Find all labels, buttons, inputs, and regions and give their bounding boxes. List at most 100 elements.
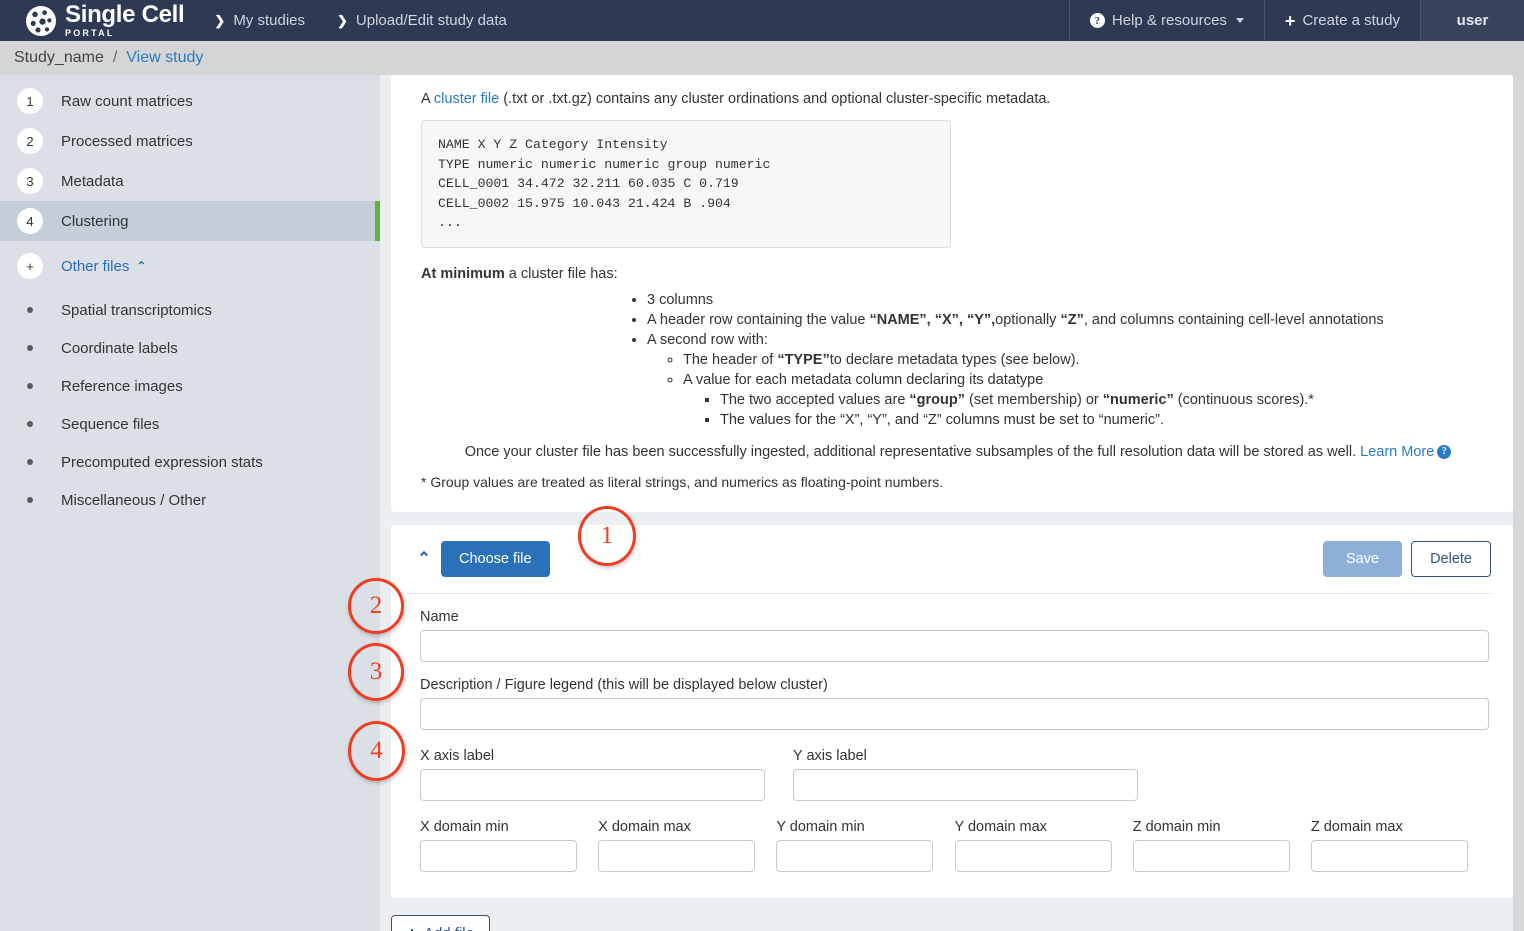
sidebar-item-miscellaneous-other[interactable]: Miscellaneous / Other [0,481,380,519]
description-field[interactable] [420,697,1489,730]
plus-icon: + [407,925,417,931]
navbar-right-group: ? Help & resources + Create a study user [1068,0,1524,41]
y-axis-label-field[interactable] [793,768,1138,801]
help-circle-icon[interactable]: ? [1437,444,1452,459]
cluster-file-form-panel: ⌃ Choose file Save Delete Name Descripti… [391,524,1513,898]
add-file-wrapper: + Add file [391,914,1524,931]
name-field[interactable] [420,629,1489,662]
type-header-post: to declare metadata types (see below). [829,351,1080,368]
type-header-pre: The header of [683,351,778,368]
accepted-post: (continuous scores).* [1173,391,1314,408]
axis-label-row: X axis label Y axis label [420,733,1489,801]
brand-title: Single Cell [65,1,185,28]
user-menu[interactable]: user [1420,0,1524,41]
z-domain-min-field[interactable] [1132,839,1290,872]
breadcrumb-study-name: Study_name [14,49,104,66]
accepted-bold-numeric: “numeric” [1102,391,1174,408]
sidebar-item-precomputed-expression-stats[interactable]: Precomputed expression stats [0,443,380,481]
sidebar-item-label: Processed matrices [61,132,193,150]
add-file-button[interactable]: + Add file [391,914,490,931]
footnote-text: * Group values are treated as literal st… [421,473,944,490]
type-header-bold: “TYPE” [777,351,830,368]
x-domain-min-group: X domain min [420,804,598,872]
sidebar-item-reference-images[interactable]: Reference images [0,367,380,405]
brand-subtitle: PORTAL [65,28,115,38]
cluster-file-link[interactable]: cluster file [434,91,499,107]
create-study-button[interactable]: + Create a study [1263,0,1420,41]
step-badge: 4 [17,208,43,234]
step-badge: 3 [17,168,43,194]
sidebar-item-coordinate-labels[interactable]: Coordinate labels [0,329,380,367]
sidebar-item-processed-matrices[interactable]: 2 Processed matrices [0,121,380,161]
create-study-label: Create a study [1302,12,1400,29]
breadcrumb: Study_name / View study [0,41,1524,75]
choose-file-button[interactable]: Choose file [441,540,550,577]
header-row-post: , and columns containing cell-level anno… [1083,311,1384,328]
help-lead-pre: A [421,91,434,107]
description-label: Description / Figure legend (this will b… [420,676,828,693]
x-domain-min-field[interactable] [420,839,577,872]
sidebar-item-label: Clustering [61,212,129,230]
help-lead-post: (.txt or .txt.gz) contains any cluster o… [499,91,1051,107]
y-domain-max-label: Y domain max [954,818,1047,835]
z-domain-max-label: Z domain max [1310,818,1403,835]
at-minimum-bold: At minimum [421,265,505,282]
chevron-right-icon: ❯ [214,12,226,28]
sidebar-item-label: Reference images [61,377,183,395]
step-badge: 1 [17,88,43,114]
y-domain-max-field[interactable] [954,839,1112,872]
plus-badge-icon: + [17,253,43,279]
y-axis-label-group: Y axis label [793,733,1138,801]
learn-more-link[interactable]: Learn More [1360,444,1434,460]
nav-item-upload-edit-study-data[interactable]: ❯ Upload/Edit study data [337,12,507,29]
second-row-label: A second row with: [647,331,768,348]
help-resources-menu[interactable]: ? Help & resources [1068,0,1264,41]
y-domain-max-group: Y domain max [954,804,1133,872]
x-domain-max-field[interactable] [598,839,756,872]
sidebar-item-sequence-files[interactable]: Sequence files [0,405,380,443]
y-domain-min-label: Y domain min [776,818,865,835]
bullet-dot-icon [17,459,43,465]
list-item-value-datatype: A value for each metadata column declari… [683,370,1495,430]
bullet-dot-icon [17,421,43,427]
header-row-bold-z: “Z” [1060,311,1084,328]
z-domain-min-label: Z domain min [1132,818,1221,835]
at-minimum-heading: At minimum a cluster file has: [421,266,1495,282]
breadcrumb-view-study-link[interactable]: View study [126,49,203,67]
form-toolbar: ⌃ Choose file Save Delete [407,540,1491,594]
save-button[interactable]: Save [1323,540,1403,577]
accepted-pre: The two accepted values are [720,391,910,408]
plus-icon: + [1284,10,1296,31]
x-domain-min-label: X domain min [420,818,509,835]
sidebar-item-clustering[interactable]: 4 Clustering [0,201,380,241]
domain-row: X domain min X domain max Y domain min Y… [420,804,1489,872]
z-domain-min-group: Z domain min [1132,804,1311,872]
delete-button[interactable]: Delete [1411,540,1491,577]
y-domain-min-field[interactable] [776,839,934,872]
second-row-sublist: The header of “TYPE”to declare metadata … [647,350,1495,430]
sidebar-item-other-files[interactable]: + Other files ⌃ [0,241,380,291]
sidebar-item-label: Sequence files [61,415,160,433]
sidebar-item-raw-count-matrices[interactable]: 1 Raw count matrices [0,81,380,121]
sidebar-item-label: Precomputed expression stats [61,453,263,471]
brand-logo[interactable]: Single Cell PORTAL [0,0,198,41]
header-row-mid: optionally [995,311,1061,328]
nav-item-my-studies[interactable]: ❯ My studies [214,12,305,29]
chevron-down-icon [1235,18,1244,23]
x-axis-label-field[interactable] [420,768,765,801]
accepted-bold-group: “group” [909,391,965,408]
list-item-columns: 3 columns [647,290,1495,310]
ingest-note-text: Once your cluster file has been successf… [464,443,1361,460]
datatype-sublist: The two accepted values are “group” (set… [683,390,1495,430]
chevron-up-icon[interactable]: ⌃ [407,549,441,569]
nav-item-upload-edit-label: Upload/Edit study data [355,12,507,29]
sidebar-item-spatial-transcriptomics[interactable]: Spatial transcriptomics [0,291,380,329]
list-item-type-header: The header of “TYPE”to declare metadata … [683,350,1495,370]
z-domain-max-field[interactable] [1310,839,1468,872]
list-item-second-row: A second row with: The header of “TYPE”t… [647,330,1495,430]
add-file-label: Add file [424,925,474,931]
ingest-note: Once your cluster file has been successf… [421,444,1495,460]
right-gutter [1513,75,1524,931]
list-item-xyz-numeric: The values for the “X”, “Y”, and “Z” col… [720,410,1495,430]
sidebar-item-metadata[interactable]: 3 Metadata [0,161,380,201]
